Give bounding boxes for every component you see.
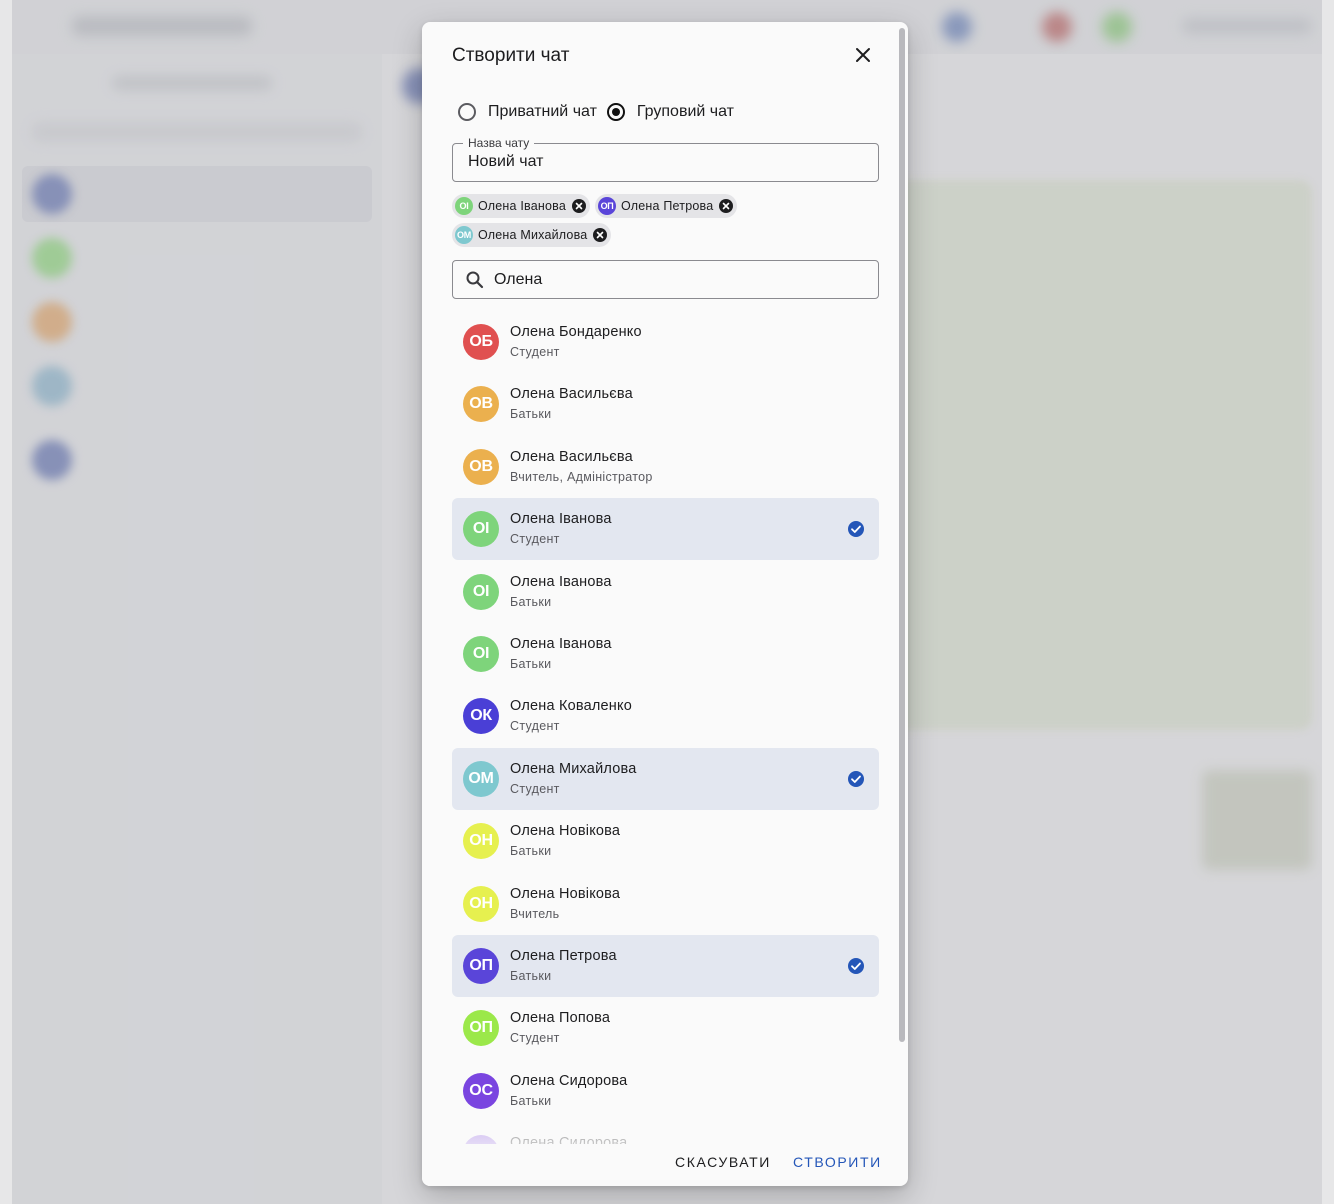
group-chat-radio[interactable]: Груповий чат [606,103,734,121]
user-avatar: ОП [463,1010,499,1047]
user-name: Олена Петрова [510,947,617,964]
user-list-item[interactable]: ОІ Олена Іванова Батьки [452,561,879,623]
user-list: ОБ Олена Бондаренко Студент ОВ Олена Васильє… [452,311,879,1151]
user-avatar: ОП [463,947,499,984]
user-avatar: ОІ [463,573,499,610]
user-name: Олена Новікова [510,885,621,902]
chat-type-radio-group: Приватний чат Груповий чат [458,100,744,124]
user-avatar: ОК [463,698,499,735]
user-list-item[interactable]: ОП Олена Петрова Батьки [452,934,879,997]
search-icon [466,271,484,289]
participant-chip[interactable]: ОП Олена Петрова [595,194,738,218]
group-chat-label: Груповий чат [636,103,734,120]
user-name: Олена Бондаренко [510,324,642,340]
create-chat-dialog: Створити чат Приватний чат Груповий чат … [422,22,908,1186]
user-name: Олена Іванова [510,573,612,590]
chip-remove-icon[interactable] [572,199,586,213]
user-name: Олена Попова [510,1010,611,1027]
user-name: Олена Васильєва [510,386,633,403]
user-list-item[interactable]: ОН Олена Новікова Батьки [452,810,879,872]
user-name: Олена Новікова [510,823,621,840]
dialog-actions: СКАСУВАТИ СТВОРИТИ [422,1144,892,1186]
chat-name-label: Назва чату [463,136,535,150]
close-icon [856,48,870,62]
create-button[interactable]: СТВОРИТИ [793,1154,882,1170]
user-role: Вчитель [510,906,560,921]
chip-avatar: ОМ [455,226,473,244]
search-field [452,260,879,299]
participant-chip[interactable]: ОІ Олена Іванова [452,194,590,218]
user-avatar: ОВ [463,448,499,485]
user-list-item[interactable]: ОБ Олена Бондаренко Студент [452,311,879,373]
cancel-button[interactable]: СКАСУВАТИ [675,1154,771,1170]
selected-participants: ОІ Олена Іванова ОП Олена Петрова ОМ Олена Ми… [452,194,882,252]
chip-remove-icon[interactable] [593,228,608,242]
user-avatar: ОС [463,1072,499,1109]
close-button[interactable] [848,40,878,70]
user-list-item[interactable]: ОМ Олена Михайлова Студент [452,747,879,810]
private-chat-radio[interactable]: Приватний чат [458,103,597,121]
user-avatar: ОМ [463,760,499,797]
user-role: Студент [510,1031,560,1046]
user-avatar: ОІ [463,635,499,672]
user-role: Студент [510,781,560,796]
user-avatar: ОІ [463,511,499,548]
user-avatar: ОВ [463,386,499,423]
group-chat-radio-circle[interactable] [606,103,625,121]
dialog-title: Створити чат [452,45,570,66]
user-list-item[interactable]: ОК Олена Коваленко Студент [452,685,879,747]
user-role: Студент [510,345,560,359]
dialog-scrollbar[interactable] [899,28,905,1042]
user-list-item[interactable]: ОІ Олена Іванова Студент [452,498,879,561]
chat-name-field: Назва чату [452,136,879,182]
user-avatar: ОН [463,823,499,860]
chip-label: Олена Петрова [621,199,714,213]
user-role: Студент [510,532,560,547]
user-role: Батьки [510,594,552,609]
chat-name-input[interactable] [468,153,858,171]
user-list-item[interactable]: ОН Олена Новікова Вчитель [452,873,879,935]
user-avatar: ОН [463,885,499,922]
user-list-item[interactable]: ОП Олена Попова Студент [452,997,879,1059]
chip-avatar: ОІ [455,197,473,215]
user-list-item[interactable]: ОВ Олена Васильєва Батьки [452,373,879,435]
chip-remove-icon[interactable] [719,199,734,213]
chip-label: Олена Іванова [478,199,566,213]
user-name: Олена Іванова [510,635,612,652]
chip-label: Олена Михайлова [478,228,588,242]
user-name: Олена Васильєва [510,448,633,465]
checkmark-icon [848,521,864,538]
user-name: Олена Сидорова [510,1072,628,1089]
user-role: Батьки [510,407,552,422]
participant-chip[interactable]: ОМ Олена Михайлова [452,223,612,247]
checkmark-icon [848,770,864,787]
chip-avatar: ОП [598,197,616,215]
user-role: Батьки [510,968,552,983]
user-role: Вчитель, Адміністратор [510,469,653,484]
user-role: Батьки [510,1093,552,1108]
user-list-item[interactable]: ОС Олена Сидорова Батьки [452,1060,879,1122]
private-chat-label: Приватний чат [488,103,597,120]
search-input[interactable] [494,271,864,289]
checkmark-icon [848,957,864,974]
user-name: Олена Михайлова [510,760,637,777]
user-list-item[interactable]: ОІ Олена Іванова Батьки [452,623,879,685]
private-chat-radio-circle[interactable] [458,103,476,121]
user-role: Батьки [510,844,552,859]
user-role: Батьки [510,656,552,671]
user-list-item[interactable]: ОВ Олена Васильєва Вчитель, Адміністратор [452,436,879,498]
user-role: Студент [510,719,560,734]
user-avatar: ОБ [463,324,499,360]
user-name: Олена Коваленко [510,698,632,715]
user-name: Олена Іванова [510,511,612,528]
